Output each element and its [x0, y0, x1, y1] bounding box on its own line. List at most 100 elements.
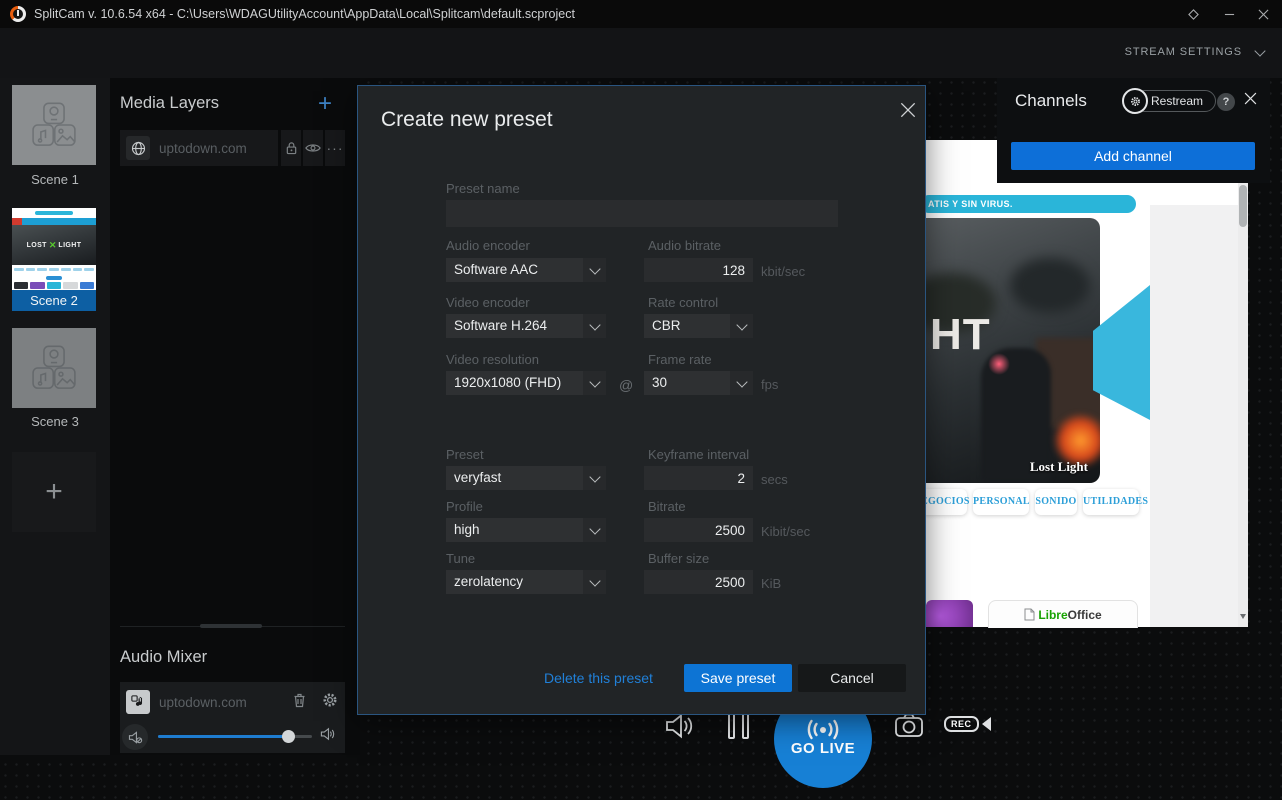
keyframe-interval-input[interactable]: [644, 466, 753, 490]
snapshot-camera-icon[interactable]: [894, 712, 924, 743]
audio-bitrate-input[interactable]: [644, 258, 753, 282]
create-preset-dialog: Create new preset Preset name Audio enco…: [357, 85, 926, 715]
layer-visibility-eye-icon[interactable]: [303, 130, 323, 166]
preset-select[interactable]: veryfast: [446, 466, 606, 490]
chevron-down-icon: [583, 570, 606, 594]
audio-encoder-select[interactable]: Software AAC: [446, 258, 606, 282]
scene-2-label-selected[interactable]: Scene 2: [12, 290, 96, 311]
title-bar: SplitCam v. 10.6.54 x64 - C:\Users\WDAGU…: [0, 0, 1282, 28]
audio-bitrate-label: Audio bitrate: [648, 238, 721, 253]
preview-hero-caption: Lost Light: [1030, 459, 1088, 475]
audio-mixer-card: uptodown.com: [120, 682, 345, 753]
restream-gear-icon: [1122, 88, 1148, 114]
tune-value: zerolatency: [454, 574, 523, 589]
resolution-at-sign: @: [619, 377, 633, 393]
minimize-button[interactable]: [1214, 0, 1244, 28]
channels-close-icon[interactable]: [1244, 92, 1257, 110]
video-resolution-value: 1920x1080 (FHD): [454, 375, 561, 390]
volume-speaker-icon[interactable]: [320, 727, 336, 746]
cancel-button[interactable]: Cancel: [798, 664, 906, 692]
window-title: SplitCam v. 10.6.54 x64 - C:\Users\WDAGU…: [34, 7, 575, 21]
scene-1-label[interactable]: Scene 1: [0, 172, 110, 187]
preview-chip-personal: PERSONAL: [973, 489, 1029, 515]
preview-webpage-sidebar: [1150, 205, 1238, 627]
volume-slider-handle[interactable]: [282, 730, 295, 743]
delete-audio-source-icon[interactable]: [292, 692, 307, 713]
libreoffice-brand-dark: Office: [1068, 608, 1102, 622]
profile-label: Profile: [446, 499, 483, 514]
pin-window-icon[interactable]: [1178, 0, 1208, 28]
preview-libreoffice-card: LibreOffice: [988, 600, 1138, 628]
scene-3-label[interactable]: Scene 3: [0, 414, 110, 429]
scene-3-thumbnail[interactable]: [12, 328, 96, 408]
delete-preset-link[interactable]: Delete this preset: [544, 670, 653, 686]
frame-rate-value: 30: [652, 375, 667, 390]
scene-1-thumbnail[interactable]: [12, 85, 96, 165]
master-speaker-icon[interactable]: [664, 712, 694, 745]
preset-name-input[interactable]: [446, 200, 838, 227]
audio-source-name: uptodown.com: [159, 695, 247, 710]
chevron-down-icon: [583, 314, 606, 338]
buffer-size-unit: KiB: [761, 576, 781, 591]
media-layer-row[interactable]: uptodown.com: [120, 130, 278, 166]
keyframe-interval-unit: secs: [761, 472, 788, 487]
preset-label: Preset: [446, 447, 484, 462]
thumb-chip-strip: [12, 265, 96, 273]
preview-scrollbar: [1238, 140, 1248, 627]
preview-hero-title-fragment: HT: [930, 310, 991, 360]
profile-select[interactable]: high: [446, 518, 606, 542]
panel-divider-grip[interactable]: [200, 624, 262, 628]
chevron-down-icon: [730, 371, 753, 395]
audio-mixer-title: Audio Mixer: [120, 648, 207, 667]
bitrate-unit: Kibit/sec: [761, 524, 810, 539]
media-layers-title: Media Layers: [120, 94, 219, 113]
frame-rate-unit: fps: [761, 377, 778, 392]
scene-2-thumbnail[interactable]: LOST✕LIGHT: [12, 208, 96, 290]
stream-settings-button[interactable]: STREAM SETTINGS: [1125, 46, 1242, 58]
preset-value: veryfast: [454, 470, 501, 485]
audio-source-icon: [126, 690, 150, 714]
layer-more-options-button[interactable]: ···: [325, 130, 345, 166]
thumb-cards-row: [12, 282, 96, 290]
lock-layer-icon[interactable]: [281, 130, 301, 166]
audio-encoder-value: Software AAC: [454, 262, 538, 277]
save-preset-button[interactable]: Save preset: [684, 664, 792, 692]
audio-source-settings-gear-icon[interactable]: [322, 692, 338, 713]
preview-chip-negocios: EGOCIOS: [921, 489, 967, 515]
add-channel-button[interactable]: Add channel: [1011, 142, 1255, 170]
rate-control-select[interactable]: CBR: [644, 314, 753, 338]
tune-select[interactable]: zerolatency: [446, 570, 606, 594]
record-button[interactable]: REC: [944, 716, 991, 732]
video-encoder-label: Video encoder: [446, 295, 530, 310]
add-scene-button[interactable]: +: [12, 452, 96, 532]
go-live-label: GO LIVE: [774, 740, 872, 757]
tune-label: Tune: [446, 551, 475, 566]
volume-slider-fill: [158, 735, 289, 738]
volume-slider-track[interactable]: [158, 735, 312, 738]
add-media-layer-button[interactable]: +: [318, 90, 332, 118]
close-window-button[interactable]: [1248, 0, 1278, 28]
thumb-nav-bar: [12, 218, 96, 225]
video-encoder-select[interactable]: Software H.264: [446, 314, 606, 338]
chevron-down-icon: [730, 314, 753, 338]
bitrate-label: Bitrate: [648, 499, 686, 514]
thumb-title-left: LOST: [27, 242, 47, 249]
help-icon[interactable]: ?: [1217, 93, 1235, 111]
frame-rate-select[interactable]: 30: [644, 371, 753, 395]
mute-speaker-icon[interactable]: [122, 724, 148, 750]
media-layer-name: uptodown.com: [159, 141, 247, 156]
video-resolution-select[interactable]: 1920x1080 (FHD): [446, 371, 606, 395]
bitrate-input[interactable]: [644, 518, 753, 542]
dialog-close-icon[interactable]: [896, 98, 920, 127]
keyframe-interval-label: Keyframe interval: [648, 447, 749, 462]
app-header: [0, 28, 1282, 78]
pause-icon[interactable]: [728, 713, 749, 739]
thumb-x-logo: ✕: [49, 242, 57, 249]
frame-rate-label: Frame rate: [648, 352, 712, 367]
globe-icon: [126, 136, 150, 160]
restream-button[interactable]: Restream: [1122, 90, 1216, 112]
preview-scrollbar-thumb: [1239, 185, 1247, 227]
chevron-down-icon: [583, 518, 606, 542]
chevron-down-icon: [583, 466, 606, 490]
buffer-size-input[interactable]: [644, 570, 753, 594]
